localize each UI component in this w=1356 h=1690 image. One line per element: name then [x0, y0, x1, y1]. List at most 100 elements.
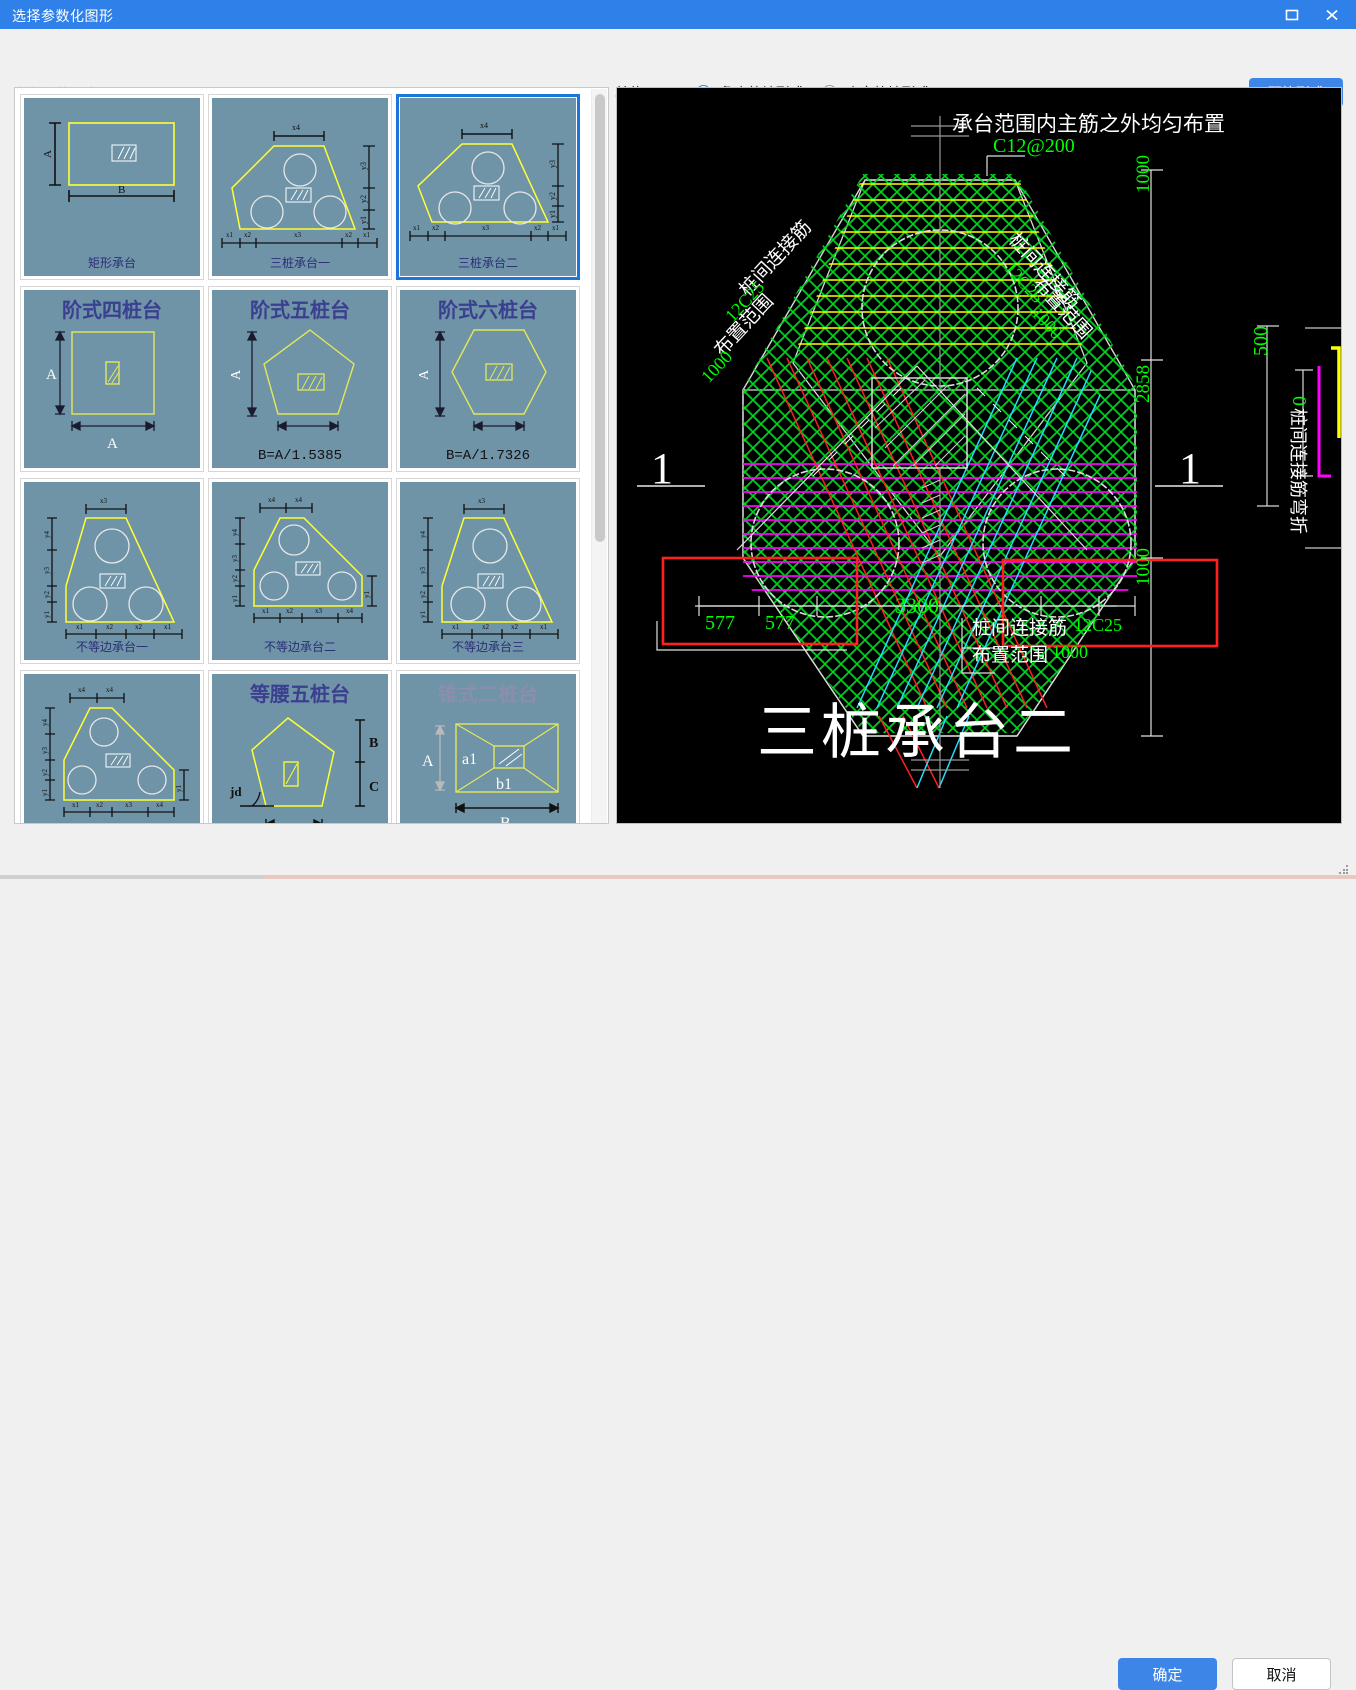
cad-preview[interactable]: 承台范围内主筋之外均匀布置 C12@200 桩间连接筋 12C25 布置范围 1…: [616, 87, 1342, 824]
svg-text:A: A: [422, 753, 434, 770]
svg-text:y4: y4: [231, 529, 239, 537]
thumbnail-formula: B=A/1.7326: [445, 448, 530, 464]
svg-text:x4: x4: [106, 686, 114, 694]
svg-text:y3: y3: [359, 162, 368, 170]
svg-text:y3: y3: [231, 555, 239, 563]
svg-text:y2: y2: [41, 769, 49, 777]
window-title: 选择参数化图形: [12, 8, 114, 24]
svg-text:x2: x2: [534, 224, 542, 232]
svg-text:x1: x1: [262, 607, 270, 615]
svg-text:x3: x3: [315, 607, 323, 615]
svg-text:y3: y3: [43, 567, 51, 575]
svg-text:x2: x2: [135, 623, 143, 631]
svg-text:y2: y2: [43, 591, 51, 599]
svg-text:x4: x4: [78, 686, 86, 694]
thumbnail-tri-cap-2[interactable]: x4 y3 y2 y1 x1 x2 x3 x2 x1 三桩承台二: [396, 94, 580, 280]
svg-text:x3: x3: [478, 497, 486, 505]
svg-text:x1: x1: [413, 224, 421, 232]
rebar-hatch-green: [743, 174, 1137, 733]
dim-vertical-right: [1141, 169, 1163, 737]
svg-text:A: A: [229, 369, 244, 380]
svg-text:x3: x3: [294, 231, 302, 239]
thumbnail-label: 矩形承台: [87, 256, 136, 270]
section-type-list[interactable]: A B 矩形承台 x4 y3 y2 y1 x1 x2 x3 x2 x1 三桩承台…: [14, 87, 609, 824]
svg-text:x1: x1: [226, 231, 234, 239]
thumbnail-step-5pile[interactable]: 阶式五桩台 A B=A/1.5385: [208, 286, 392, 472]
thumbnail-uneq-cap-3[interactable]: x3 y4 y3 y2 y1 x1 x2 x2 x1 不等边承台三: [396, 478, 580, 664]
maximize-icon[interactable]: [1274, 0, 1310, 29]
thumbnail-uneq-cap-2[interactable]: x4 x4 y4 y3 y2 y1 y1 x1 x2 x3 x4 不等边承台二: [208, 478, 392, 664]
footer: 确定 取消: [0, 824, 1356, 1690]
thumbnail-formula: B=A/1.5385: [257, 448, 342, 464]
taskbar-strip-left: [0, 875, 264, 879]
svg-text:x4: x4: [292, 123, 300, 132]
thumbnail-cone-2pile[interactable]: 锥式二桩台 A a1 b1 B: [396, 670, 580, 824]
ok-button[interactable]: 确定: [1118, 1658, 1217, 1690]
svg-text:jd: jd: [229, 784, 242, 799]
svg-text:x1: x1: [452, 623, 460, 631]
svg-text:x1: x1: [164, 623, 172, 631]
svg-text:B: B: [369, 736, 378, 751]
svg-text:x3: x3: [100, 497, 108, 505]
svg-text:A: A: [417, 369, 432, 380]
thumbnail-grid: A B 矩形承台 x4 y3 y2 y1 x1 x2 x3 x2 x1 三桩承台…: [18, 91, 594, 824]
svg-text:x2: x2: [106, 623, 114, 631]
svg-text:x2: x2: [432, 224, 440, 232]
svg-text:y1: y1: [231, 595, 239, 603]
svg-text:x3: x3: [125, 801, 133, 809]
svg-text:x1: x1: [363, 231, 371, 239]
svg-text:y3: y3: [419, 567, 427, 575]
svg-text:x2: x2: [244, 231, 252, 239]
svg-text:x2: x2: [286, 607, 294, 615]
svg-text:y1: y1: [359, 216, 368, 224]
thumbnail-uneq-cap-4[interactable]: x4 x4 y4 y3 y2 y1 y1 x1 x2 x3 x4: [20, 670, 204, 823]
toolbar: 参数化截面类型: 单位: mm 角度放坡形式 底宽放坡形式 配筋形式: [0, 29, 1356, 107]
svg-text:y4: y4: [419, 531, 427, 539]
svg-text:C: C: [369, 780, 379, 795]
svg-text:x2: x2: [482, 623, 490, 631]
svg-text:A: A: [46, 367, 57, 383]
close-icon[interactable]: [1314, 0, 1350, 29]
svg-text:x1: x1: [540, 623, 548, 631]
svg-text:x2: x2: [345, 231, 353, 239]
cancel-button[interactable]: 取消: [1232, 1658, 1331, 1690]
svg-text:b1: b1: [496, 776, 512, 793]
thumbnail-tri-cap-1[interactable]: x4 y3 y2 y1 x1 x2 x3 x2 x1 三桩承台一: [208, 94, 392, 280]
list-scrollbar[interactable]: [591, 89, 607, 823]
svg-text:y2: y2: [231, 575, 239, 583]
thumbnail-uneq-cap-1[interactable]: x3 y4 y3 y2 y1 x1 x2 x2 x1 不等边承台一: [20, 478, 204, 664]
svg-text:a1: a1: [462, 751, 477, 768]
svg-text:x4: x4: [346, 607, 354, 615]
svg-text:x4: x4: [295, 496, 303, 504]
svg-text:B: B: [500, 815, 511, 824]
svg-text:y2: y2: [419, 591, 427, 599]
thumbnail-rect-cap[interactable]: A B 矩形承台: [20, 94, 204, 280]
thumbnail-label: 三桩承台一: [269, 256, 330, 270]
svg-text:y2: y2: [548, 192, 557, 200]
svg-text:y1: y1: [41, 789, 49, 797]
dialog-window: 选择参数化图形 参数化截面类型: 单位: mm 角度放坡形式 底宽放坡形式 配筋…: [0, 0, 1356, 1690]
svg-text:x1: x1: [76, 623, 84, 631]
svg-text:y4: y4: [41, 719, 49, 727]
svg-text:A: A: [107, 436, 118, 452]
svg-text:x1: x1: [72, 801, 80, 809]
svg-text:y3: y3: [548, 160, 557, 168]
svg-text:y1: y1: [175, 785, 183, 793]
thumbnail-step-6pile[interactable]: 阶式六桩台 A B=A/1.7326: [396, 286, 580, 472]
svg-text:y2: y2: [359, 195, 368, 203]
svg-text:x4: x4: [480, 121, 488, 130]
svg-text:x1: x1: [552, 224, 560, 232]
thumbnail-label: 三桩承台二: [457, 256, 518, 270]
svg-text:x4: x4: [156, 801, 164, 809]
thumbnail-step-4pile[interactable]: 阶式四桩台 A A: [20, 286, 204, 472]
svg-text:y1: y1: [419, 611, 427, 619]
svg-text:y1: y1: [548, 210, 557, 218]
svg-text:x4: x4: [268, 496, 276, 504]
thumbnail-label: 不等边承台一: [75, 640, 148, 654]
resize-grip[interactable]: [1339, 865, 1349, 875]
title-bar: 选择参数化图形: [0, 0, 1356, 29]
list-scrollbar-thumb[interactable]: [595, 94, 605, 542]
thumbnail-iso-5pile[interactable]: 等腰五桩台 jd B C: [208, 670, 392, 823]
svg-text:y3: y3: [41, 747, 49, 755]
svg-text:y4: y4: [43, 531, 51, 539]
